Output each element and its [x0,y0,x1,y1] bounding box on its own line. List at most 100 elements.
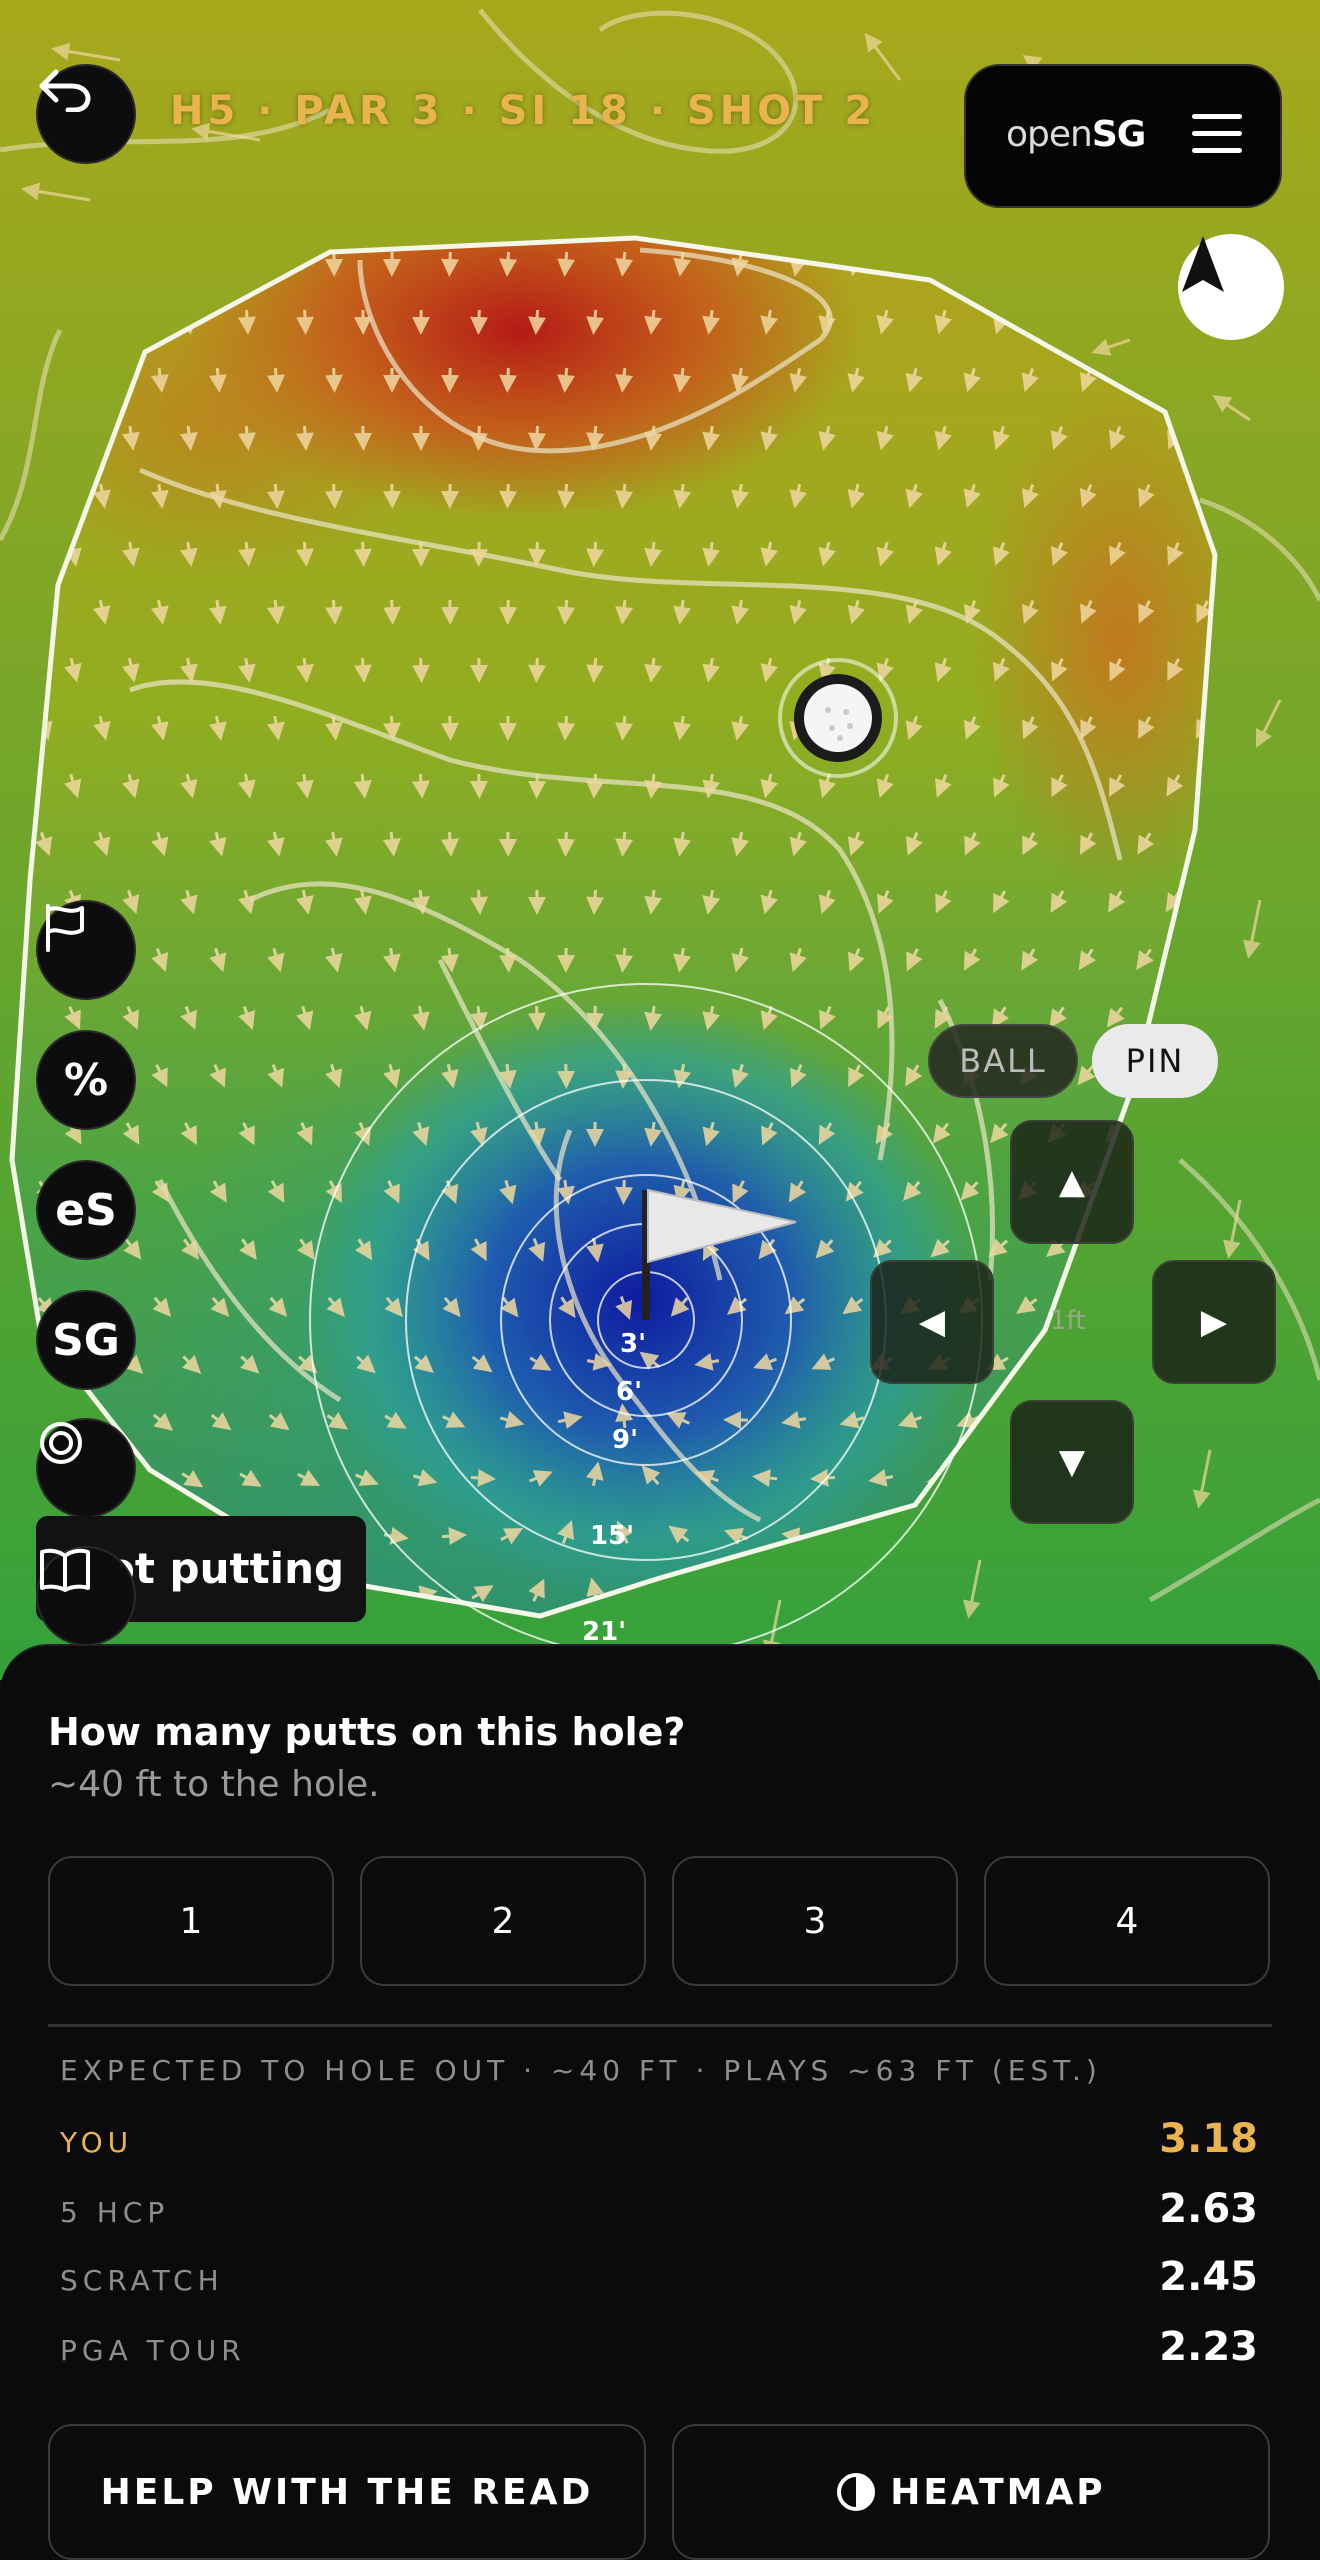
arrow-left-icon: ◀ [918,1302,946,1342]
slope-arrow [237,309,256,335]
slope-arrow [528,541,547,567]
target-tool-button[interactable] [36,1418,136,1518]
slope-arrow [295,309,314,335]
slope-arrow [353,773,372,799]
stat-label: PGA TOUR [60,2334,246,2367]
slope-arrow [644,541,663,567]
back-button[interactable] [36,64,136,164]
slope-arrow [470,309,489,335]
sg-label: SG [52,1314,120,1366]
ball-mode-button[interactable]: BALL [928,1024,1078,1098]
ring-label-3ft: 3' [620,1329,646,1359]
heatmap-button[interactable]: HEATMAP [672,2424,1270,2560]
stat-label: 5 HCP [60,2196,170,2229]
slope-arrow [752,1469,778,1488]
menu-icon[interactable] [1192,114,1242,160]
slope-arrow [411,657,430,683]
slope-arrow [528,309,547,335]
flag-tool-button[interactable] [36,900,136,1000]
slope-arrow [208,367,227,393]
slope-arrow [324,483,343,509]
slope-arrow [469,1005,488,1031]
slope-arrow [470,1468,496,1487]
logo: openSG [1006,114,1146,155]
slope-arrow [557,483,576,509]
slope-arrow [324,599,343,625]
percent-tool-button[interactable]: % [36,1030,136,1130]
flag-icon [46,904,84,952]
guide-tool-button[interactable] [36,1546,136,1646]
slope-arrow [295,657,314,683]
slope-arrow [557,251,576,277]
slope-arrow [499,483,518,509]
ring-label-9ft: 9' [612,1425,638,1455]
slope-arrow [586,657,605,683]
question-title: How many putts on this hole? [48,1710,686,1754]
ring-label-6ft: 6' [616,1377,642,1407]
stat-label: SCRATCH [60,2264,224,2297]
ring-label-15ft: 15' [590,1521,634,1551]
slope-arrow [266,483,285,509]
slope-arrow [382,831,401,857]
slope-arrow [295,541,314,567]
book-icon [40,1548,90,1592]
slope-arrow [150,367,169,393]
slope-arrow [528,425,547,451]
pin-mode-button[interactable]: PIN [1092,1024,1218,1098]
es-label: eS [55,1184,117,1236]
slope-arrow [615,483,634,509]
slope-arrow [498,947,517,973]
back-icon [39,69,91,112]
slope-arrow [469,889,488,915]
putts-sheet: How many putts on this hole? ~40 ft to t… [0,1646,1320,2560]
slope-arrow [237,425,256,451]
putts-4-button[interactable]: 4 [984,1856,1270,1986]
divider [48,2024,1272,2027]
slope-arrow [528,657,547,683]
ring-label-21ft: 21' [582,1617,626,1647]
compass-button[interactable] [1178,234,1284,340]
slope-arrow [586,309,605,335]
slope-arrow [615,947,634,973]
putts-3-button[interactable]: 3 [672,1856,958,1986]
stat-value: 2.63 [1159,2186,1258,2232]
nudge-up-button[interactable]: ▲ [1010,1120,1134,1244]
sg-tool-button[interactable]: SG [36,1290,136,1390]
help-read-button[interactable]: HELP WITH THE READ [48,2424,646,2560]
slope-arrow [179,425,198,451]
slope-arrow [615,831,634,857]
slope-arrow [353,541,372,567]
slope-arrow [382,715,401,741]
putts-1-button[interactable]: 1 [48,1856,334,1986]
slope-arrow [441,1527,467,1546]
slope-arrow [557,715,576,741]
slope-arrow [615,367,634,393]
ball-icon[interactable] [778,658,898,778]
nudge-left-button[interactable]: ◀ [870,1260,994,1384]
putts-2-button[interactable]: 2 [360,1856,646,1986]
nudge-right-button[interactable]: ▶ [1152,1260,1276,1384]
slope-arrow [324,367,343,393]
arrow-right-icon: ▶ [1200,1302,1228,1342]
brand-menu[interactable]: openSG [964,64,1282,208]
slope-arrow [382,599,401,625]
slope-arrow [586,541,605,567]
slope-arrow [527,1005,546,1031]
slope-arrow [615,715,634,741]
stat-value: 2.23 [1159,2324,1258,2370]
nudge-down-button[interactable]: ▼ [1010,1400,1134,1524]
slope-arrow [615,1179,634,1205]
slope-arrow [440,715,459,741]
slope-arrow [470,425,489,451]
slope-arrow [557,831,576,857]
es-tool-button[interactable]: eS [36,1160,136,1260]
stat-value: 2.45 [1159,2254,1258,2300]
slope-arrow [644,773,663,799]
slope-arrow [644,657,663,683]
slope-arrow [441,251,460,277]
green-map[interactable]: 3' 6' 9' 15' 21' H5 · PAR 3 · SI 18 · SH… [0,0,1320,1680]
slope-arrow [644,309,663,335]
slope-arrow [440,831,459,857]
slope-arrow [615,599,634,625]
slope-arrow [586,773,605,799]
